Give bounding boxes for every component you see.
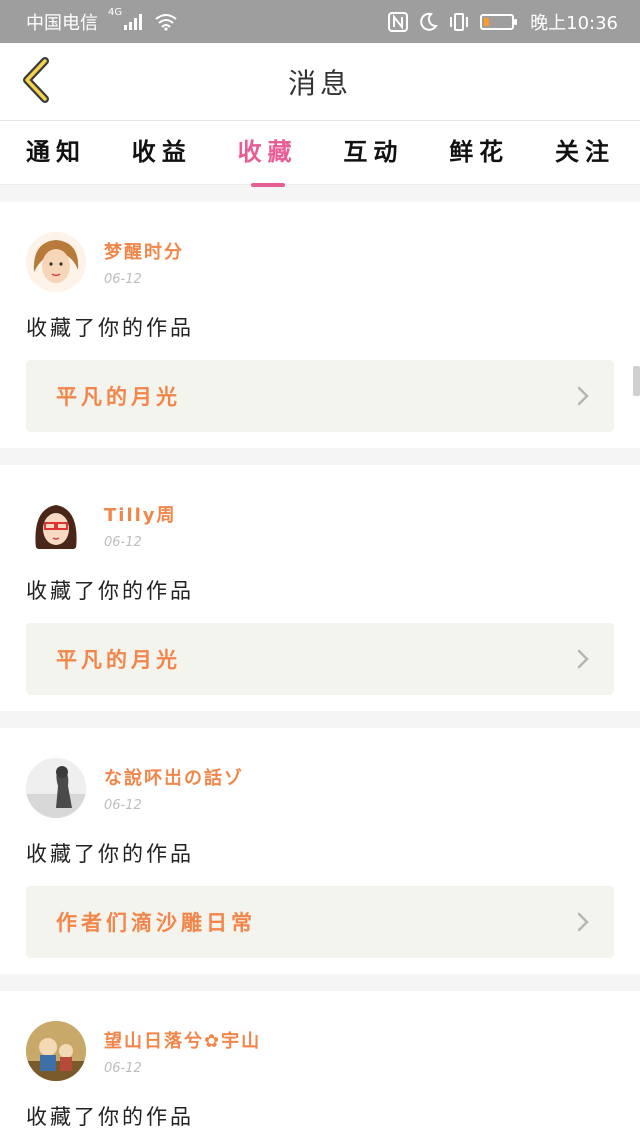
message-card: な說吥岀の話ゾ 06-12 收藏了你的作品 作者们滴沙雕日常 — [0, 728, 640, 974]
status-bar-right: 晚上10:36 — [388, 9, 618, 35]
user-row: Tilly周 06-12 — [26, 495, 614, 555]
work-title: 平凡的月光 — [56, 648, 181, 672]
status-bar-left: 中国电信 4G — [26, 6, 178, 35]
user-meta: 梦醒时分 06-12 — [104, 238, 184, 287]
tab-label: 收藏 — [237, 138, 298, 166]
nfc-icon — [388, 11, 409, 32]
tab-label: 互动 — [343, 138, 404, 166]
work-link[interactable]: 平凡的月光 — [26, 360, 614, 432]
action-text: 收藏了你的作品 — [26, 316, 194, 340]
battery-icon — [480, 13, 518, 30]
avatar[interactable] — [26, 1021, 86, 1081]
carrier-label: 中国电信 — [26, 12, 98, 34]
work-title: 平凡的月光 — [56, 385, 181, 409]
user-row: 望山日落兮✿宇山 06-12 — [26, 1021, 614, 1081]
action-text: 收藏了你的作品 — [26, 842, 194, 866]
chevron-right-icon — [576, 911, 590, 933]
status-bar: 中国电信 4G 晚上10:36 — [0, 0, 640, 43]
message-date: 06-12 — [104, 1060, 142, 1076]
battery-level — [484, 17, 490, 26]
page-title: 消息 — [287, 66, 352, 100]
tab-notifications[interactable]: 通知 — [26, 132, 86, 173]
tab-label: 收益 — [131, 138, 192, 166]
message-date: 06-12 — [104, 534, 142, 550]
message-card: Tilly周 06-12 收藏了你的作品 平凡的月光 — [0, 465, 640, 711]
user-meta: 望山日落兮✿宇山 06-12 — [104, 1027, 261, 1076]
user-meta: Tilly周 06-12 — [104, 501, 177, 550]
work-link[interactable]: 平凡的月光 — [26, 623, 614, 695]
chevron-right-icon — [576, 385, 590, 407]
username[interactable]: な說吥岀の話ゾ — [104, 764, 244, 790]
avatar[interactable] — [26, 495, 86, 555]
wifi-icon — [154, 13, 178, 31]
tab-following[interactable]: 关注 — [555, 132, 615, 173]
work-link[interactable]: 作者们滴沙雕日常 — [26, 886, 614, 958]
network-type: 4G — [108, 6, 123, 18]
message-card: 望山日落兮✿宇山 06-12 收藏了你的作品 — [0, 991, 640, 1138]
tab-favorites[interactable]: 收藏 — [237, 132, 298, 187]
message-card: 梦醒时分 06-12 收藏了你的作品 平凡的月光 — [0, 202, 640, 448]
avatar[interactable] — [26, 232, 86, 292]
user-meta: な說吥岀の話ゾ 06-12 — [104, 764, 244, 813]
avatar[interactable] — [26, 758, 86, 818]
scrollbar-thumb[interactable] — [633, 366, 640, 396]
action-text: 收藏了你的作品 — [26, 1105, 194, 1129]
action-text: 收藏了你的作品 — [26, 579, 194, 603]
tab-flowers[interactable]: 鲜花 — [449, 132, 509, 173]
user-row: 梦醒时分 06-12 — [26, 232, 614, 292]
moon-icon — [418, 12, 438, 32]
username[interactable]: 梦醒时分 — [104, 238, 184, 264]
tab-label: 通知 — [26, 138, 86, 166]
message-date: 06-12 — [104, 797, 142, 813]
back-button[interactable] — [14, 57, 58, 107]
chevron-left-icon — [21, 57, 51, 107]
tab-earnings[interactable]: 收益 — [132, 132, 192, 173]
tab-bar: 通知 收益 收藏 互动 鲜花 关注 — [0, 121, 640, 187]
message-list: 梦醒时分 06-12 收藏了你的作品 平凡的月光 Tilly周 06-12 收藏… — [0, 202, 640, 1138]
app-header: 消息 — [0, 43, 640, 121]
tab-label: 鲜花 — [449, 138, 510, 166]
user-row: な說吥岀の話ゾ 06-12 — [26, 758, 614, 818]
tab-label: 关注 — [554, 138, 615, 166]
work-title: 作者们滴沙雕日常 — [56, 911, 256, 935]
active-tab-indicator — [250, 183, 285, 187]
message-date: 06-12 — [104, 271, 142, 287]
username[interactable]: Tilly周 — [104, 501, 177, 527]
signal-icon — [124, 13, 144, 30]
username[interactable]: 望山日落兮✿宇山 — [104, 1027, 261, 1053]
tab-interactions[interactable]: 互动 — [343, 132, 403, 173]
vibrate-icon — [448, 12, 470, 32]
chevron-right-icon — [576, 648, 590, 670]
clock: 晚上10:36 — [530, 12, 618, 34]
